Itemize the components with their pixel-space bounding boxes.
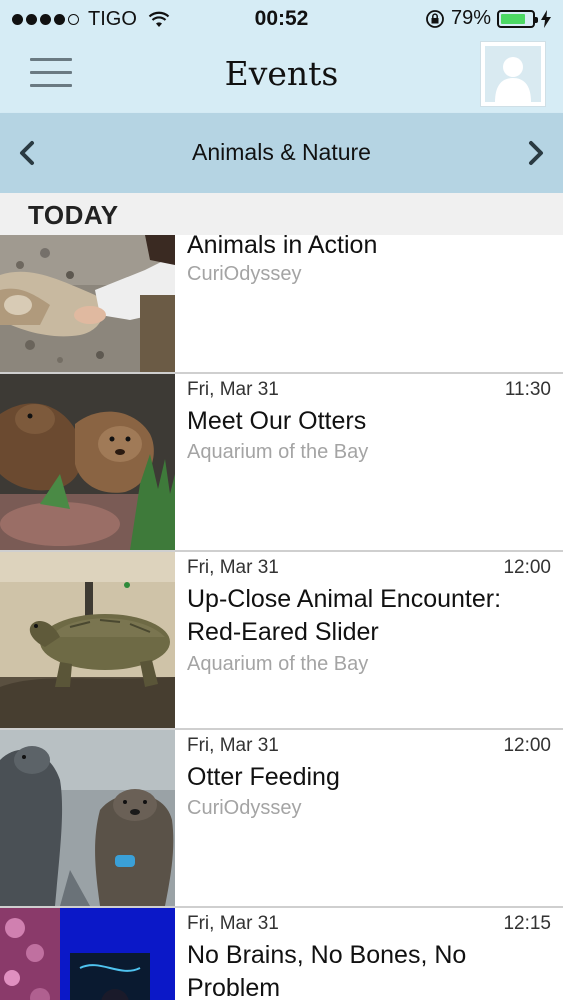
event-date: Fri, Mar 31	[187, 913, 279, 934]
event-row[interactable]: Fri, Mar 31 12:00 Up-Close Animal Encoun…	[0, 552, 563, 730]
event-venue: CuriOdyssey	[187, 797, 302, 819]
battery-fill	[501, 13, 525, 24]
event-title: Otter Feeding	[187, 763, 340, 791]
event-row[interactable]: Fri, Mar 31 11:30 Meet Our Otters Aquari…	[0, 374, 563, 552]
event-title: No Brains, No Bones, No Problem	[187, 941, 467, 1000]
wolf-photo	[0, 235, 175, 372]
nav-bar: Events	[0, 38, 563, 113]
event-time: 12:00	[503, 735, 551, 756]
charging-icon	[541, 9, 551, 28]
chevron-right-icon[interactable]	[517, 135, 553, 171]
user-avatar-icon[interactable]	[481, 42, 545, 106]
status-right: 79%	[425, 7, 551, 30]
status-bar: TIGO 00:52 79%	[0, 0, 563, 38]
event-venue: Aquarium of the Bay	[187, 441, 369, 463]
section-label: TODAY	[28, 200, 119, 230]
app-screen: TIGO 00:52 79% Events Animals & Nature T…	[0, 0, 563, 1000]
exhibit-photo	[0, 908, 175, 1000]
event-thumbnail	[0, 374, 175, 550]
top-header: TIGO 00:52 79% Events	[0, 0, 563, 113]
battery-percent: 79%	[450, 7, 491, 29]
category-title: Animals & Nature	[192, 139, 371, 165]
event-venue: Aquarium of the Bay	[187, 653, 369, 675]
turtle-photo	[0, 552, 175, 728]
event-thumbnail	[0, 552, 175, 728]
event-time: 12:00	[503, 557, 551, 578]
category-bar: Animals & Nature	[0, 113, 563, 193]
event-venue: CuriOdyssey	[187, 263, 302, 285]
event-date: Fri, Mar 31	[187, 557, 279, 578]
rotation-lock-icon	[426, 9, 444, 28]
person-silhouette-icon	[495, 57, 531, 102]
otters-photo	[0, 374, 175, 550]
battery-icon	[497, 9, 538, 28]
event-time: 12:15	[503, 913, 551, 934]
standing-otters-photo	[0, 730, 175, 906]
event-date: Fri, Mar 31	[187, 379, 279, 400]
event-title: Meet Our Otters	[187, 407, 367, 435]
event-thumbnail	[0, 235, 175, 372]
event-title: Animals in Action	[187, 231, 378, 259]
event-row[interactable]: Fri, Mar 31 12:00 Otter Feeding CuriOdys…	[0, 730, 563, 908]
event-time: 11:30	[504, 379, 551, 400]
page-title: Events	[224, 54, 339, 93]
event-thumbnail	[0, 730, 175, 906]
event-date: Fri, Mar 31	[187, 735, 279, 756]
event-row[interactable]: Animals in Action CuriOdyssey	[0, 231, 563, 374]
event-row[interactable]: Fri, Mar 31 12:15 No Brains, No Bones, N…	[0, 908, 563, 1000]
event-title: Up-Close Animal Encounter: Red-Eared Sli…	[187, 585, 502, 646]
event-thumbnail	[0, 908, 175, 1000]
